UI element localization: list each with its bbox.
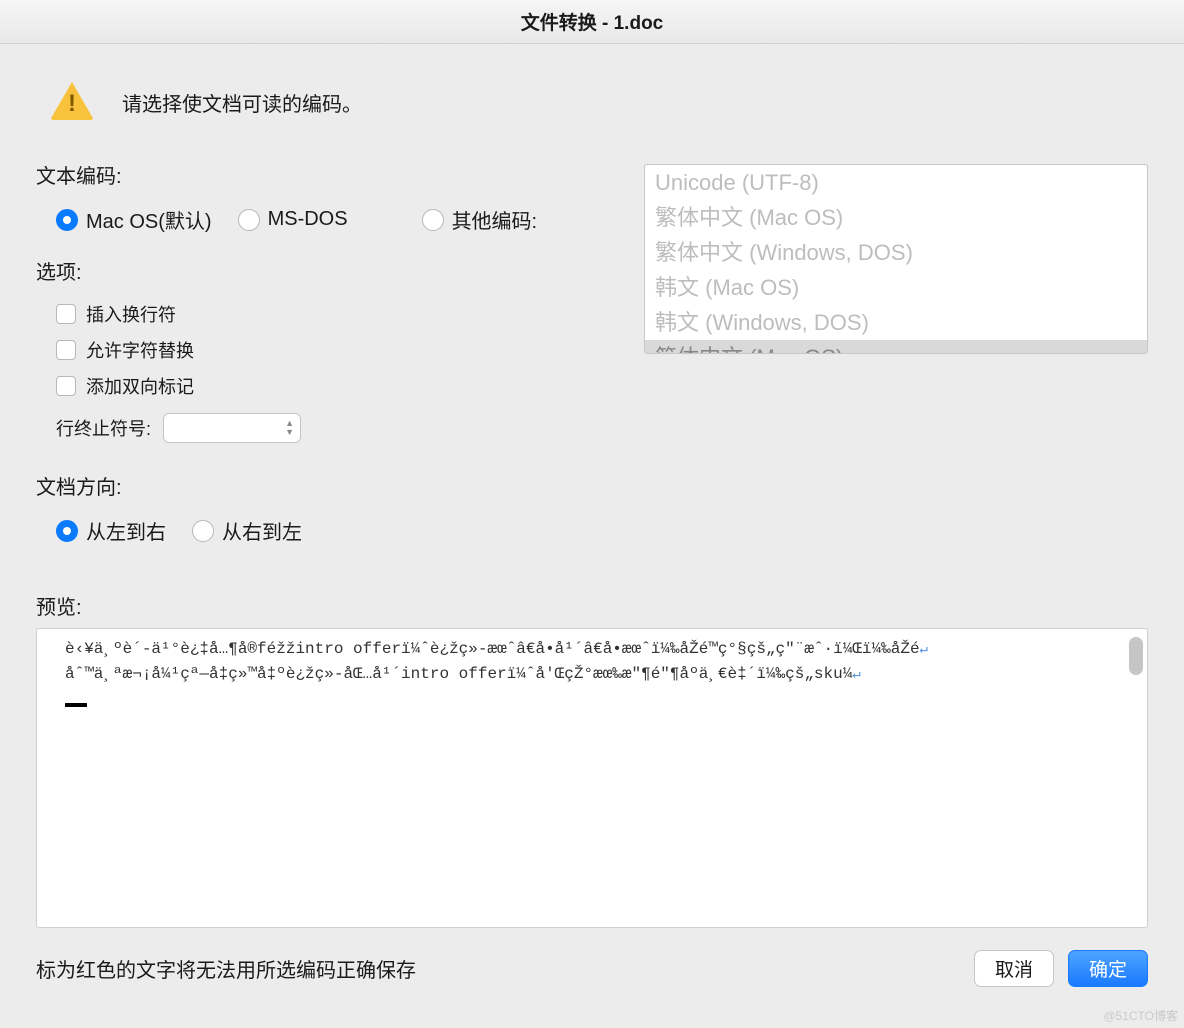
window-title: 文件转换 - 1.doc <box>521 8 664 35</box>
cancel-button[interactable]: 取消 <box>974 950 1054 987</box>
ok-button[interactable]: 确定 <box>1068 950 1148 987</box>
radio-ltr[interactable]: 从左到右 <box>56 516 166 545</box>
footer-note: 标为红色的文字将无法用所选编码正确保存 <box>36 954 416 983</box>
checkbox-box <box>56 376 76 396</box>
options-block: 选项: 插入换行符 允许字符替换 添加双向标记 行终止符号: <box>36 256 644 443</box>
return-mark-icon: ↵ <box>920 642 928 658</box>
radio-ltr-indicator <box>56 520 78 542</box>
direction-section-label: 文档方向: <box>36 471 644 500</box>
encoding-row: 文本编码: Mac OS(默认) MS-DOS 其他编码: 选项: <box>36 160 1148 567</box>
checkbox-label: 插入换行符 <box>86 301 176 327</box>
list-item[interactable]: 繁体中文 (Mac OS) <box>645 200 1147 235</box>
radio-other-label: 其他编码: <box>452 205 538 234</box>
line-terminator-row: 行终止符号: ▲▼ <box>56 413 644 443</box>
encoding-radio-row: Mac OS(默认) MS-DOS 其他编码: <box>56 205 644 234</box>
checkbox-box <box>56 304 76 324</box>
radio-rtl[interactable]: 从右到左 <box>192 516 302 545</box>
direction-section: 文档方向: 从左到右 从右到左 <box>36 471 644 545</box>
radio-macos-label: Mac OS(默认) <box>86 205 212 234</box>
list-item[interactable]: 繁体中文 (Windows, DOS) <box>645 235 1147 270</box>
radio-msdos-indicator <box>238 209 260 231</box>
radio-macos[interactable]: Mac OS(默认) <box>56 205 212 234</box>
encoding-section-label: 文本编码: <box>36 160 644 189</box>
checkbox-allow-char-sub[interactable]: 允许字符替换 <box>56 337 644 363</box>
button-row: 取消 确定 <box>974 950 1148 987</box>
line-terminator-label: 行终止符号: <box>56 415 151 441</box>
radio-rtl-label: 从右到左 <box>222 516 302 545</box>
stepper-icon: ▲▼ <box>285 419 294 437</box>
dialog-footer: 标为红色的文字将无法用所选编码正确保存 取消 确定 <box>36 950 1148 987</box>
watermark: @51CTO博客 <box>1103 1007 1178 1024</box>
scrollbar-thumb[interactable] <box>1129 637 1143 675</box>
checkbox-label: 允许字符替换 <box>86 337 194 363</box>
radio-ltr-label: 从左到右 <box>86 516 166 545</box>
radio-msdos[interactable]: MS-DOS <box>238 208 348 231</box>
list-item-selected[interactable]: 简体中文 (Mac OS) <box>645 340 1147 354</box>
preview-line: åˆ™ä¸ªæ¬¡å¼¹çª—å‡ç»™å‡ºè¿žç»-åŒ…å¹´intro… <box>65 662 1119 687</box>
window-titlebar: 文件转换 - 1.doc <box>0 0 1184 44</box>
radio-macos-indicator <box>56 209 78 231</box>
list-item[interactable]: 韩文 (Windows, DOS) <box>645 305 1147 340</box>
options-section-label: 选项: <box>36 256 644 285</box>
encoding-listbox[interactable]: Unicode (UTF-8) 繁体中文 (Mac OS) 繁体中文 (Wind… <box>644 164 1148 354</box>
list-item[interactable]: Unicode (UTF-8) <box>645 165 1147 200</box>
alert-prompt: 请选择使文档可读的编码。 <box>122 88 362 117</box>
alert-row: ! 请选择使文档可读的编码。 <box>50 80 1148 124</box>
direction-radio-row: 从左到右 从右到左 <box>56 516 644 545</box>
checkbox-box <box>56 340 76 360</box>
checkbox-add-bidi-marks[interactable]: 添加双向标记 <box>56 373 644 399</box>
line-terminator-select[interactable]: ▲▼ <box>163 413 301 443</box>
return-mark-icon: ↵ <box>852 667 860 683</box>
preview-line: è‹¥ä¸ºè´-ä¹°è¿‡å…¶å®féžžintro offerï¼ˆè¿… <box>65 637 1119 662</box>
radio-msdos-label: MS-DOS <box>268 208 348 231</box>
radio-rtl-indicator <box>192 520 214 542</box>
dialog-content: ! 请选择使文档可读的编码。 文本编码: Mac OS(默认) MS-DOS 其… <box>0 44 1184 1003</box>
checkbox-insert-linebreaks[interactable]: 插入换行符 <box>56 301 644 327</box>
radio-other[interactable]: 其他编码: <box>422 205 538 234</box>
preview-box[interactable]: è‹¥ä¸ºè´-ä¹°è¿‡å…¶å®féžžintro offerï¼ˆè¿… <box>36 628 1148 928</box>
radio-other-indicator <box>422 209 444 231</box>
checkbox-label: 添加双向标记 <box>86 373 194 399</box>
list-item[interactable]: 韩文 (Mac OS) <box>645 270 1147 305</box>
preview-label: 预览: <box>36 591 1148 620</box>
text-cursor <box>65 703 87 707</box>
warning-icon: ! <box>50 80 94 124</box>
